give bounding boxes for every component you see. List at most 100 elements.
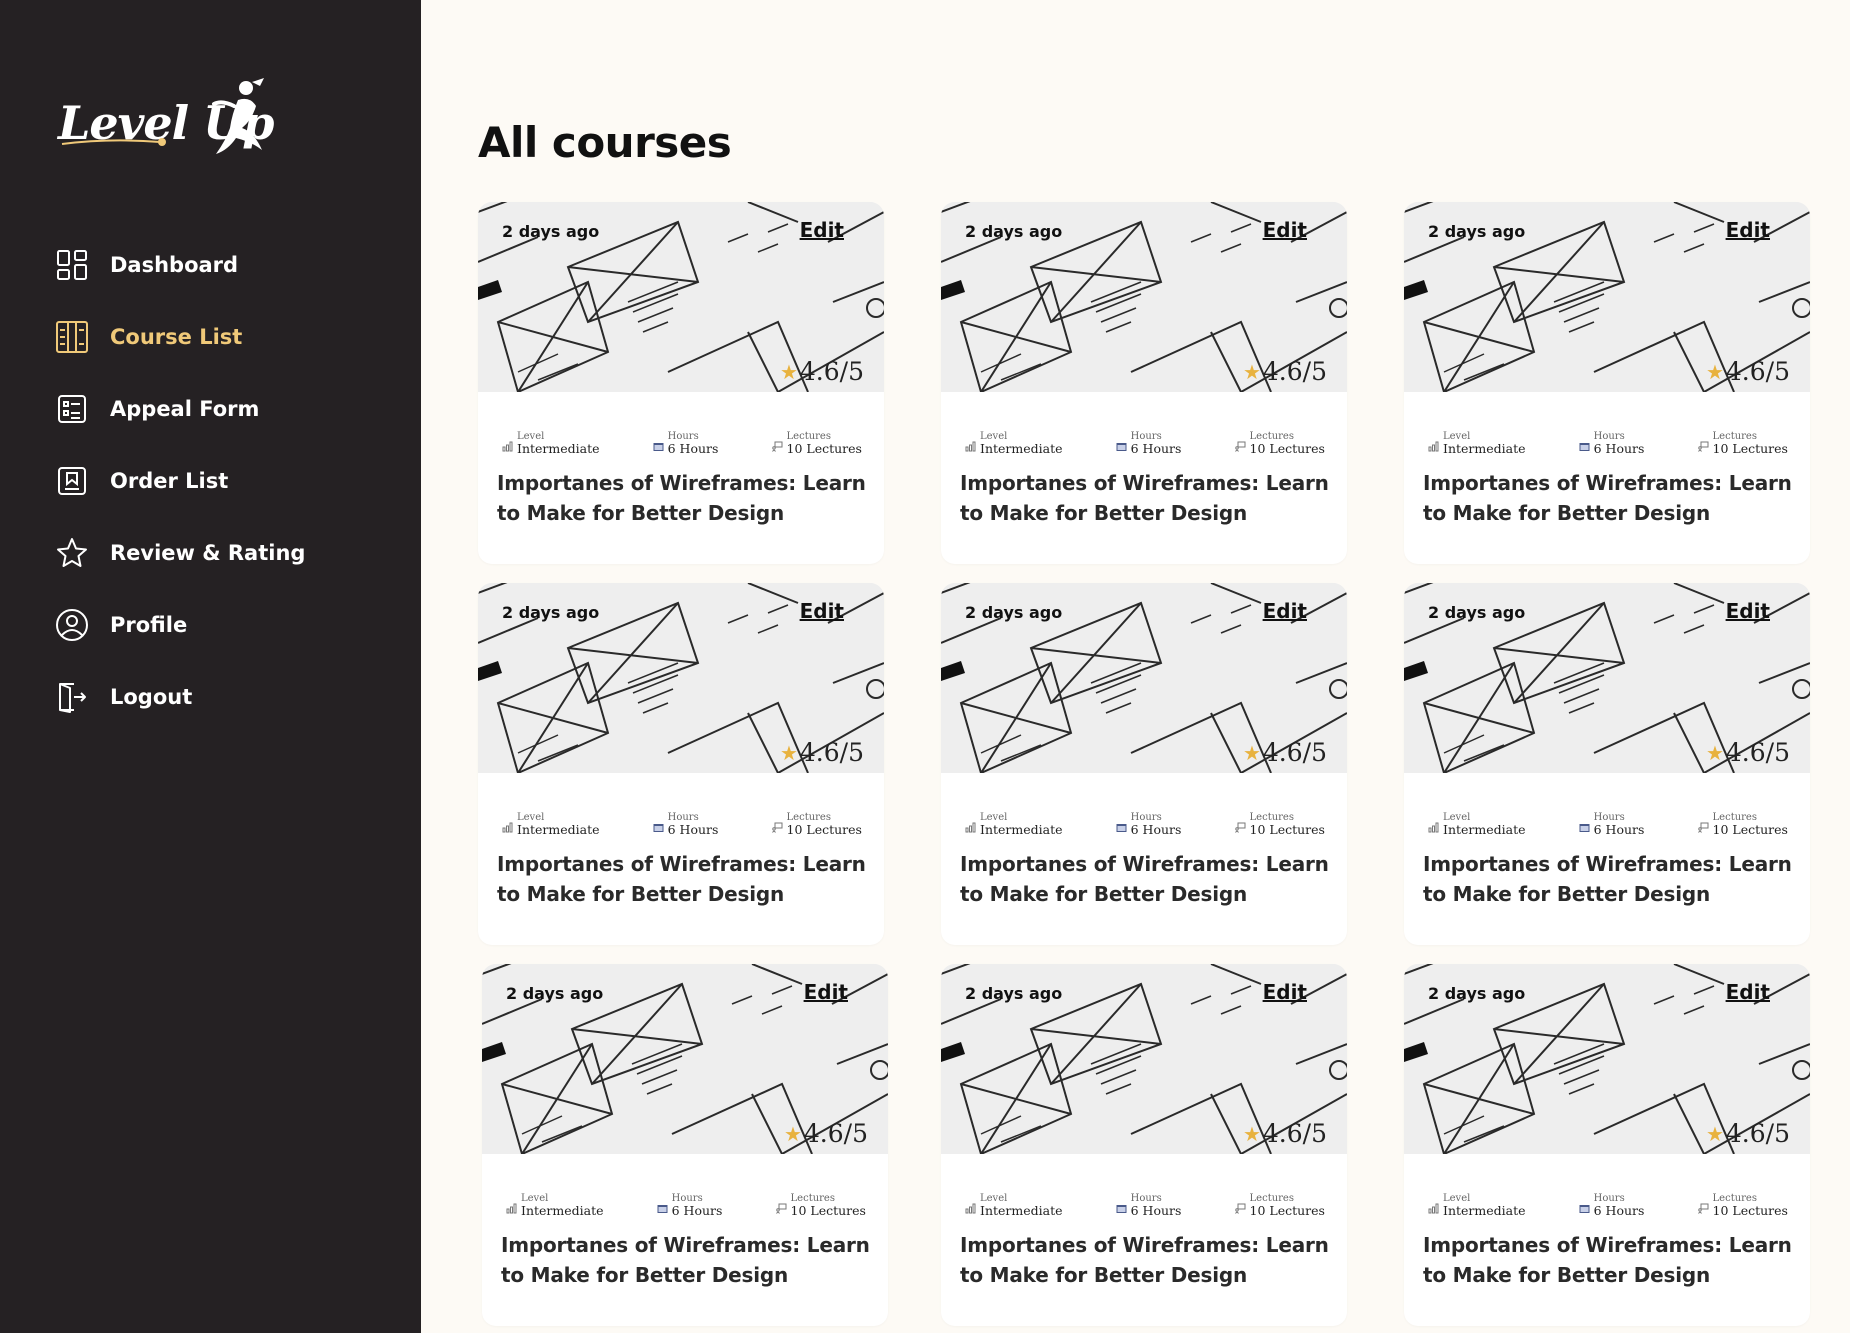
course-thumbnail: 2 days ago Edit ★ 4.6/5 — [941, 964, 1347, 1154]
rating-badge: ★ 4.6/5 — [780, 738, 864, 767]
course-title[interactable]: Importanes of Wireframes: Learn to Make … — [941, 837, 1347, 909]
hours-value: 6 Hours — [671, 1203, 723, 1218]
edit-link[interactable]: Edit — [1263, 218, 1307, 242]
calendar-icon — [1579, 1205, 1590, 1213]
edit-link[interactable]: Edit — [1263, 980, 1307, 1004]
rating-badge: ★ 4.6/5 — [784, 1119, 868, 1148]
lectures-value: 10 Lectures — [786, 822, 862, 837]
sidebar-item-appeal-form[interactable]: Appeal Form — [54, 384, 394, 434]
level-value: Intermediate — [1443, 1203, 1526, 1218]
level-stat: Level Intermediate — [1428, 418, 1526, 456]
rating-value: 4.6/5 — [1262, 738, 1327, 767]
course-card[interactable]: 2 days ago Edit ★ 4.6/5 Level Intermedia… — [941, 964, 1347, 1326]
hours-value: 6 Hours — [1130, 822, 1182, 837]
page-title: All courses — [478, 118, 732, 167]
logout-icon — [54, 679, 90, 715]
presentation-icon — [771, 441, 783, 452]
presentation-icon — [771, 822, 783, 833]
edit-link[interactable]: Edit — [800, 599, 844, 623]
course-card[interactable]: 2 days ago Edit ★ 4.6/5 Level Intermedia… — [1404, 202, 1810, 564]
sidebar-item-profile[interactable]: Profile — [54, 600, 394, 650]
lectures-stat: Lectures 10 Lectures — [1234, 418, 1325, 456]
rating-value: 4.6/5 — [1262, 1119, 1327, 1148]
lectures-value: 10 Lectures — [1249, 441, 1325, 456]
rating-badge: ★ 4.6/5 — [1243, 357, 1327, 386]
edit-link[interactable]: Edit — [800, 218, 844, 242]
lectures-value: 10 Lectures — [1712, 441, 1788, 456]
sidebar-item-order-list[interactable]: Order List — [54, 456, 394, 506]
sidebar-item-label: Review & Rating — [110, 541, 306, 565]
sidebar-item-logout[interactable]: Logout — [54, 672, 394, 722]
rating-value: 4.6/5 — [1725, 1119, 1790, 1148]
course-title[interactable]: Importanes of Wireframes: Learn to Make … — [941, 1218, 1347, 1290]
course-card[interactable]: 2 days ago Edit ★ 4.6/5 Level Intermedia… — [1404, 964, 1810, 1326]
hours-value: 6 Hours — [1593, 441, 1645, 456]
posted-time: 2 days ago — [502, 603, 600, 622]
hours-stat: Hours 6 Hours — [1116, 418, 1182, 456]
level-stat: Level Intermediate — [506, 1180, 604, 1218]
edit-link[interactable]: Edit — [804, 980, 848, 1004]
sidebar-item-dashboard[interactable]: Dashboard — [54, 240, 394, 290]
level-bars-icon — [1428, 441, 1439, 452]
sidebar-item-course-list[interactable]: Course List — [54, 312, 394, 362]
lectures-value: 10 Lectures — [1712, 822, 1788, 837]
hours-stat: Hours 6 Hours — [1579, 799, 1644, 837]
course-card[interactable]: 2 days ago Edit ★ 4.6/5 Level Intermedia… — [941, 202, 1347, 564]
star-icon: ★ — [779, 740, 798, 765]
star-icon — [54, 535, 90, 571]
lectures-stat: Lectures 10 Lectures — [771, 418, 862, 456]
course-list-icon — [54, 319, 90, 355]
edit-link[interactable]: Edit — [1726, 599, 1770, 623]
level-bars-icon — [502, 822, 513, 833]
level-stat: Level Intermediate — [1428, 1180, 1526, 1218]
level-value: Intermediate — [980, 1203, 1063, 1218]
hours-value: 6 Hours — [1130, 441, 1182, 456]
lectures-value: 10 Lectures — [786, 441, 862, 456]
course-thumbnail: 2 days ago Edit ★ 4.6/5 — [941, 202, 1347, 392]
hours-value: 6 Hours — [1593, 1203, 1645, 1218]
rating-value: 4.6/5 — [1262, 357, 1327, 386]
level-stat: Level Intermediate — [502, 418, 600, 456]
course-thumbnail: 2 days ago Edit ★ 4.6/5 — [1404, 202, 1810, 392]
course-thumbnail: 2 days ago Edit ★ 4.6/5 — [478, 583, 884, 773]
course-title[interactable]: Importanes of Wireframes: Learn to Make … — [482, 1218, 888, 1290]
course-title[interactable]: Importanes of Wireframes: Learn to Make … — [1404, 837, 1810, 909]
rating-value: 4.6/5 — [799, 357, 864, 386]
hours-stat: Hours 6 Hours — [1579, 418, 1645, 456]
course-title[interactable]: Importanes of Wireframes: Learn to Make … — [478, 456, 884, 528]
edit-link[interactable]: Edit — [1726, 980, 1770, 1004]
rating-value: 4.6/5 — [1725, 357, 1790, 386]
edit-link[interactable]: Edit — [1263, 599, 1307, 623]
level-up-logo[interactable]: Level Up — [58, 78, 278, 163]
rating-badge: ★ 4.6/5 — [1706, 357, 1790, 386]
course-card[interactable]: 2 days ago Edit ★ 4.6/5 Level Intermedia… — [1404, 583, 1810, 945]
sidebar-item-label: Logout — [110, 685, 193, 709]
hours-stat: Hours 6 Hours — [653, 418, 718, 456]
course-thumbnail: 2 days ago Edit ★ 4.6/5 — [1404, 964, 1810, 1154]
sidebar-item-review-rating[interactable]: Review & Rating — [54, 528, 394, 578]
course-title[interactable]: Importanes of Wireframes: Learn to Make … — [478, 837, 884, 909]
course-stats: Level Intermediate Hours 6 Hours Lecture… — [482, 1154, 888, 1218]
course-title[interactable]: Importanes of Wireframes: Learn to Make … — [1404, 456, 1810, 528]
lectures-value: 10 Lectures — [1712, 1203, 1788, 1218]
hours-value: 6 Hours — [667, 822, 719, 837]
level-bars-icon — [965, 1203, 976, 1214]
course-card[interactable]: 2 days ago Edit ★ 4.6/5 Level Intermedia… — [478, 583, 884, 945]
course-card[interactable]: 2 days ago Edit ★ 4.6/5 Level Intermedia… — [941, 583, 1347, 945]
course-title[interactable]: Importanes of Wireframes: Learn to Make … — [941, 456, 1347, 528]
star-icon: ★ — [1705, 740, 1724, 765]
course-card[interactable]: 2 days ago Edit ★ 4.6/5 Level Intermedia… — [478, 202, 884, 564]
course-stats: Level Intermediate Hours 6 Hours Lecture… — [941, 392, 1347, 456]
level-bars-icon — [506, 1203, 517, 1214]
course-title[interactable]: Importanes of Wireframes: Learn to Make … — [1404, 1218, 1810, 1290]
hours-stat: Hours 6 Hours — [653, 799, 719, 837]
sidebar-item-label: Order List — [110, 469, 229, 493]
course-thumbnail: 2 days ago Edit ★ 4.6/5 — [478, 202, 884, 392]
presentation-icon — [1697, 822, 1709, 833]
calendar-icon — [657, 1205, 668, 1213]
course-thumbnail: 2 days ago Edit ★ 4.6/5 — [941, 583, 1347, 773]
hours-stat: Hours 6 Hours — [1116, 799, 1182, 837]
edit-link[interactable]: Edit — [1726, 218, 1770, 242]
course-card[interactable]: 2 days ago Edit ★ 4.6/5 Level Intermedia… — [482, 964, 888, 1326]
posted-time: 2 days ago — [1428, 984, 1526, 1003]
